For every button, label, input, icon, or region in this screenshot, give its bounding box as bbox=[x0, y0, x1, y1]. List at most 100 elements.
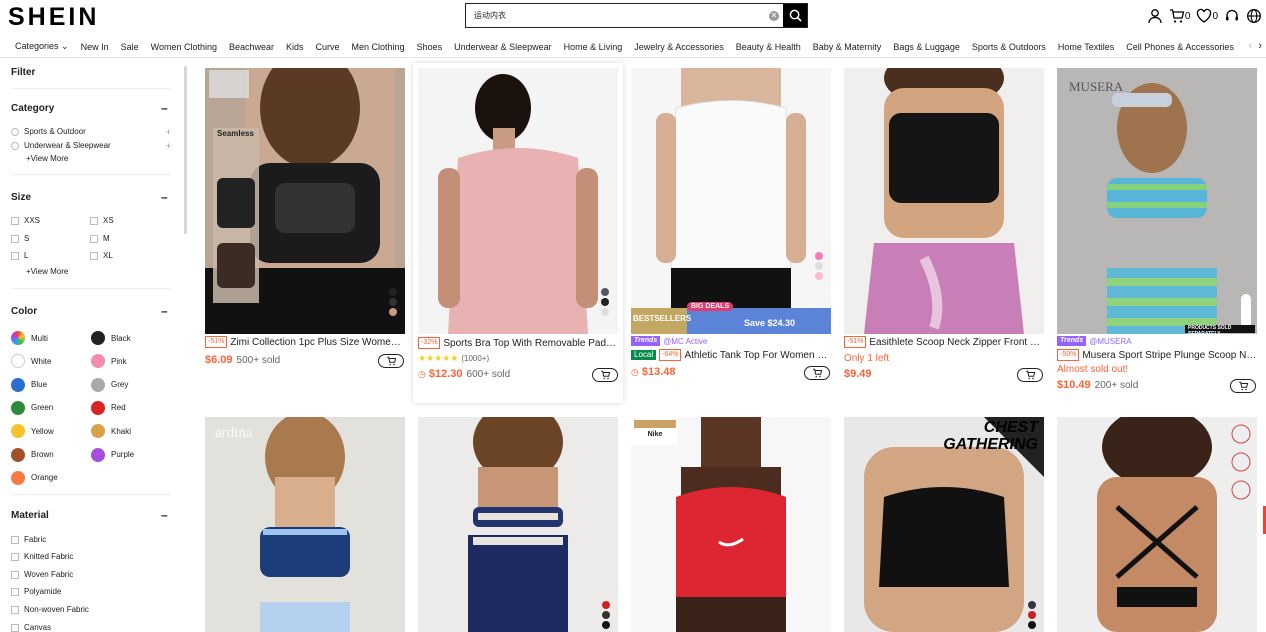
product-card[interactable]: BESTSELLERS BIG DEALS Save $24.30 Trends… bbox=[631, 68, 831, 388]
product-card[interactable]: ardina bbox=[205, 417, 405, 632]
sidebar-scrollbar[interactable] bbox=[184, 66, 187, 234]
product-title[interactable]: Athletic Tank Top For Women W... bbox=[684, 350, 831, 361]
product-card[interactable]: CHEST GATHERING bbox=[844, 417, 1044, 632]
size-m[interactable]: M bbox=[90, 234, 110, 243]
chevron-left-icon[interactable]: ‹ bbox=[1249, 40, 1253, 52]
color-swatch[interactable] bbox=[91, 354, 105, 369]
product-card[interactable]: Seamless -51% Zimi Collection 1pc Plus S… bbox=[205, 68, 405, 378]
color-option[interactable]: Multi bbox=[11, 331, 48, 345]
color-option[interactable]: Black bbox=[91, 331, 131, 345]
material-item[interactable]: Canvas bbox=[11, 623, 51, 632]
material-title[interactable]: Material bbox=[11, 510, 49, 521]
color-option[interactable]: Purple bbox=[91, 447, 134, 462]
color-swatch[interactable] bbox=[11, 400, 25, 415]
add-to-cart-button[interactable] bbox=[804, 366, 830, 380]
product-image[interactable] bbox=[205, 417, 405, 632]
product-card[interactable]: -51% Easithlete Scoop Neck Zipper Front … bbox=[844, 68, 1044, 388]
product-title[interactable]: Easithlete Scoop Neck Zipper Front Cr... bbox=[869, 337, 1044, 348]
collapse-category-icon[interactable]: – bbox=[161, 101, 168, 115]
color-swatch[interactable] bbox=[91, 424, 105, 439]
color-swatch[interactable] bbox=[11, 354, 25, 369]
size-title[interactable]: Size bbox=[11, 192, 31, 203]
language-button[interactable] bbox=[1246, 8, 1262, 24]
nav-item-categories[interactable]: Categories ⌄ bbox=[15, 41, 69, 52]
nav-item-curve[interactable]: Curve bbox=[316, 42, 340, 52]
nav-item-sports-outdoors[interactable]: Sports & Outdoors bbox=[972, 42, 1046, 52]
product-image[interactable] bbox=[418, 417, 618, 632]
cart-button[interactable]: 0 bbox=[1169, 8, 1190, 24]
color-swatch[interactable] bbox=[11, 424, 25, 439]
checkbox[interactable] bbox=[11, 234, 19, 243]
support-button[interactable] bbox=[1224, 8, 1240, 24]
clear-search-button[interactable]: ✕ bbox=[765, 4, 783, 27]
wishlist-button[interactable]: 0 bbox=[1196, 8, 1218, 24]
material-item[interactable]: Fabric bbox=[11, 535, 46, 544]
nav-item-underwear-sleepwear[interactable]: Underwear & Sleepwear bbox=[454, 42, 552, 52]
color-option[interactable]: Grey bbox=[91, 377, 128, 392]
color-option[interactable]: Yellow bbox=[11, 424, 54, 439]
category-view-more[interactable]: +View More bbox=[26, 154, 68, 163]
nav-item-sale[interactable]: Sale bbox=[121, 42, 139, 52]
chevron-right-icon[interactable]: › bbox=[1258, 40, 1262, 52]
checkbox[interactable] bbox=[90, 216, 98, 225]
product-image[interactable] bbox=[205, 68, 405, 334]
material-item[interactable]: Woven Fabric bbox=[11, 570, 73, 579]
checkbox[interactable] bbox=[90, 251, 98, 260]
checkbox[interactable] bbox=[11, 587, 19, 596]
color-option[interactable]: White bbox=[11, 354, 51, 369]
nav-item-cell-phones[interactable]: Cell Phones & Accessories bbox=[1126, 42, 1234, 52]
radio[interactable] bbox=[11, 141, 19, 150]
checkbox[interactable] bbox=[11, 552, 19, 561]
color-swatch[interactable] bbox=[11, 331, 25, 345]
expand-icon[interactable]: + bbox=[166, 141, 171, 151]
radio[interactable] bbox=[11, 127, 19, 136]
nav-item-men-clothing[interactable]: Men Clothing bbox=[352, 42, 405, 52]
add-to-cart-button[interactable] bbox=[592, 368, 618, 382]
collapse-material-icon[interactable]: – bbox=[161, 508, 168, 522]
store-name[interactable]: @MC Active bbox=[663, 337, 707, 346]
shein-logo[interactable]: SHEIN bbox=[8, 3, 99, 32]
checkbox[interactable] bbox=[11, 251, 19, 260]
color-swatch[interactable] bbox=[11, 470, 25, 485]
color-option[interactable]: Orange bbox=[11, 470, 58, 485]
collapse-size-icon[interactable]: – bbox=[161, 190, 168, 204]
nav-item-shoes[interactable]: Shoes bbox=[417, 42, 443, 52]
material-item[interactable]: Non-woven Fabric bbox=[11, 605, 89, 614]
search-input[interactable] bbox=[466, 4, 765, 27]
category-item-underwear[interactable]: Underwear & Sleepwear + bbox=[11, 141, 171, 151]
nav-item-beachwear[interactable]: Beachwear bbox=[229, 42, 274, 52]
product-image[interactable] bbox=[631, 68, 831, 334]
product-image[interactable] bbox=[418, 68, 618, 334]
color-option[interactable]: Green bbox=[11, 400, 53, 415]
add-to-cart-button[interactable] bbox=[1017, 368, 1043, 382]
nav-item-bags-luggage[interactable]: Bags & Luggage bbox=[893, 42, 960, 52]
color-swatch[interactable] bbox=[11, 447, 25, 462]
nav-item-home-living[interactable]: Home & Living bbox=[564, 42, 623, 52]
product-card[interactable]: MUSERA PRODUCTS SOLD SEPARATELY Trends @… bbox=[1057, 68, 1257, 398]
color-option[interactable]: Khaki bbox=[91, 424, 131, 439]
product-card[interactable]: -32% Sports Bra Top With Removable Paddi… bbox=[413, 63, 623, 403]
product-title[interactable]: Sports Bra Top With Removable Paddi... bbox=[443, 338, 618, 349]
material-item[interactable]: Polyamide bbox=[11, 587, 61, 596]
category-title[interactable]: Category bbox=[11, 103, 54, 114]
color-option[interactable]: Blue bbox=[11, 377, 47, 392]
product-title[interactable]: Zimi Collection 1pc Plus Size Women ... bbox=[230, 337, 405, 348]
color-title[interactable]: Color bbox=[11, 306, 37, 317]
add-to-cart-button[interactable] bbox=[378, 354, 404, 368]
category-item-sports[interactable]: Sports & Outdoor + bbox=[11, 127, 171, 137]
nav-item-home-textiles[interactable]: Home Textiles bbox=[1058, 42, 1114, 52]
product-title[interactable]: Musera Sport Stripe Plunge Scoop Ne... bbox=[1082, 350, 1257, 361]
size-view-more[interactable]: +View More bbox=[26, 267, 68, 276]
account-button[interactable] bbox=[1147, 8, 1163, 24]
nav-item-beauty-health[interactable]: Beauty & Health bbox=[736, 42, 801, 52]
nav-item-kids[interactable]: Kids bbox=[286, 42, 304, 52]
collapse-color-icon[interactable]: – bbox=[161, 304, 168, 318]
size-xl[interactable]: XL bbox=[90, 251, 113, 260]
product-image[interactable] bbox=[1057, 417, 1257, 632]
color-swatch[interactable] bbox=[91, 400, 105, 415]
product-card[interactable] bbox=[418, 417, 618, 632]
color-swatch[interactable] bbox=[91, 331, 105, 345]
checkbox[interactable] bbox=[11, 623, 19, 632]
color-option[interactable]: Brown bbox=[11, 447, 54, 462]
checkbox[interactable] bbox=[11, 216, 19, 225]
